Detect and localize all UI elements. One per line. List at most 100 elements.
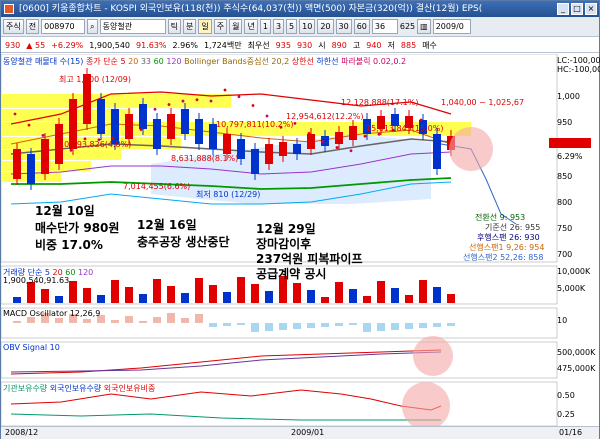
vol-scale-5000k: 5,000K — [557, 284, 586, 293]
macd-bar — [223, 323, 231, 326]
psar-dot — [419, 118, 423, 122]
count-input[interactable]: 36 — [371, 19, 398, 34]
psar-dot — [13, 112, 17, 116]
date-end: 01/16 — [559, 428, 583, 437]
macd-bar — [55, 318, 63, 323]
macd-bar — [167, 313, 175, 323]
legend-ma33: 33 — [140, 57, 152, 66]
turnover: 2.96% — [172, 40, 198, 50]
psar-dot — [167, 103, 171, 106]
quote-bar: 930 ▲ 55 +6.29% 1,900,540 91.63% 2.96% 1… — [1, 38, 599, 53]
num-3[interactable]: 3 — [272, 19, 285, 34]
num-1[interactable]: 1 — [259, 19, 271, 34]
scale-700: 700 — [557, 250, 573, 259]
period-year[interactable]: 년 — [244, 19, 258, 34]
psar-dot — [237, 95, 241, 99]
scale-750: 750 — [557, 224, 573, 233]
volume-bar — [251, 284, 259, 303]
psar-dot — [125, 133, 129, 136]
code-input[interactable]: 008970 — [41, 19, 86, 34]
volume-bar — [265, 291, 273, 303]
prev-button[interactable]: 전 — [25, 19, 40, 34]
ichimoku-lead2: 선행스팬2 52,26: 858 — [463, 253, 544, 262]
scale-800: 800 — [557, 198, 573, 207]
candle-body — [139, 104, 147, 129]
psar-dot — [265, 114, 269, 118]
volume-bar — [377, 281, 385, 303]
candle-body — [223, 134, 231, 154]
num-30[interactable]: 30 — [335, 19, 352, 34]
current-price: 930 — [5, 40, 21, 50]
macd-bar — [181, 318, 189, 323]
scale-950: 950 — [557, 118, 573, 127]
macd-bar — [349, 323, 357, 325]
vp-label-7: 15,013,843(15.0%) — [366, 124, 444, 133]
close-button[interactable]: × — [585, 3, 597, 15]
candle-body — [167, 114, 175, 139]
buy-label[interactable]: 매수 — [422, 40, 437, 51]
volume-bar — [41, 289, 49, 303]
period-tick[interactable]: 틱 — [167, 19, 181, 34]
date-input[interactable]: 2009/0 — [432, 19, 471, 34]
date-mid: 2009/01 — [291, 428, 325, 437]
macd-bar — [391, 323, 399, 330]
maximize-button[interactable]: □ — [571, 3, 583, 15]
toolbar: 주식 전 008970 ⌕ 동양철관 틱 분 일 주 월 년 1 3 5 10 … — [1, 17, 599, 37]
vp-label-2: 10,797,811(10.2%) — [216, 120, 294, 129]
volume-bar — [13, 297, 21, 303]
num-5[interactable]: 5 — [286, 19, 298, 34]
chart-area[interactable]: 동양철관 매물대 수(15) 종가 단순 5 20 33 60 120 Boll… — [1, 54, 600, 426]
num-60[interactable]: 60 — [353, 19, 370, 34]
volume-ratio: 91.63% — [136, 40, 167, 50]
candle-body — [41, 139, 49, 174]
open-value: 890 — [331, 40, 347, 50]
period-week[interactable]: 주 — [213, 19, 228, 34]
candle-body — [307, 134, 315, 149]
psar-dot — [55, 142, 59, 146]
candle-body — [251, 149, 259, 174]
num-10[interactable]: 10 — [299, 19, 316, 34]
candle-body — [335, 132, 343, 144]
period-day[interactable]: 일 — [198, 19, 212, 34]
psar-dot — [223, 88, 227, 92]
period-month[interactable]: 월 — [229, 19, 243, 34]
volume-bar — [447, 294, 455, 303]
macd-bar — [13, 321, 21, 323]
legend-psar: 파라볼릭 0.02,0.2 — [341, 57, 407, 66]
best-ask: 935 — [275, 40, 291, 50]
macd-bar — [447, 323, 455, 326]
date-start: 2008/12 — [5, 428, 39, 437]
chart-type-icon[interactable]: ▥ — [417, 19, 431, 34]
psar-dot — [41, 134, 45, 137]
low-label: 저 — [387, 40, 395, 50]
minimize-button[interactable]: _ — [557, 3, 569, 15]
vp-label-3: 12,954,612(12.2%) — [286, 112, 364, 121]
macd-bar — [377, 323, 385, 331]
num-20[interactable]: 20 — [317, 19, 334, 34]
psar-dot — [153, 107, 157, 111]
volume-bar — [125, 287, 133, 303]
psar-dot — [335, 146, 339, 149]
low-box-label: 최저 810 (12/29) — [196, 190, 261, 199]
candle-body — [293, 144, 301, 154]
market-select[interactable]: 주식 — [3, 19, 24, 34]
highlight-circle-price — [449, 127, 493, 171]
macd-bar — [251, 323, 259, 332]
volume-bar — [83, 288, 91, 303]
low-value: 885 — [400, 40, 417, 50]
period-minute[interactable]: 분 — [182, 19, 197, 34]
macd-bar — [265, 323, 273, 331]
annotation-dec16: 12월 16일 충주공장 생산중단 — [137, 218, 230, 249]
volume-bar — [55, 296, 63, 303]
chart-window: [0600] 키움종합차트 - KOSPI 외국인보유(118(천)) 주식수(… — [0, 0, 600, 439]
candle-body — [181, 109, 189, 134]
candle-body — [349, 126, 357, 140]
legend-ma20: 20 — [128, 57, 139, 66]
time-axis: 2008/12 2009/01 01/16 — [1, 426, 599, 439]
stock-name[interactable]: 동양철관 — [99, 19, 166, 34]
volume-bar — [97, 295, 105, 303]
volume-bar — [293, 283, 301, 303]
search-icon[interactable]: ⌕ — [87, 19, 98, 34]
macd-bar — [139, 321, 147, 323]
high-box-label: 최고 1,100 (12/09) — [59, 75, 132, 84]
